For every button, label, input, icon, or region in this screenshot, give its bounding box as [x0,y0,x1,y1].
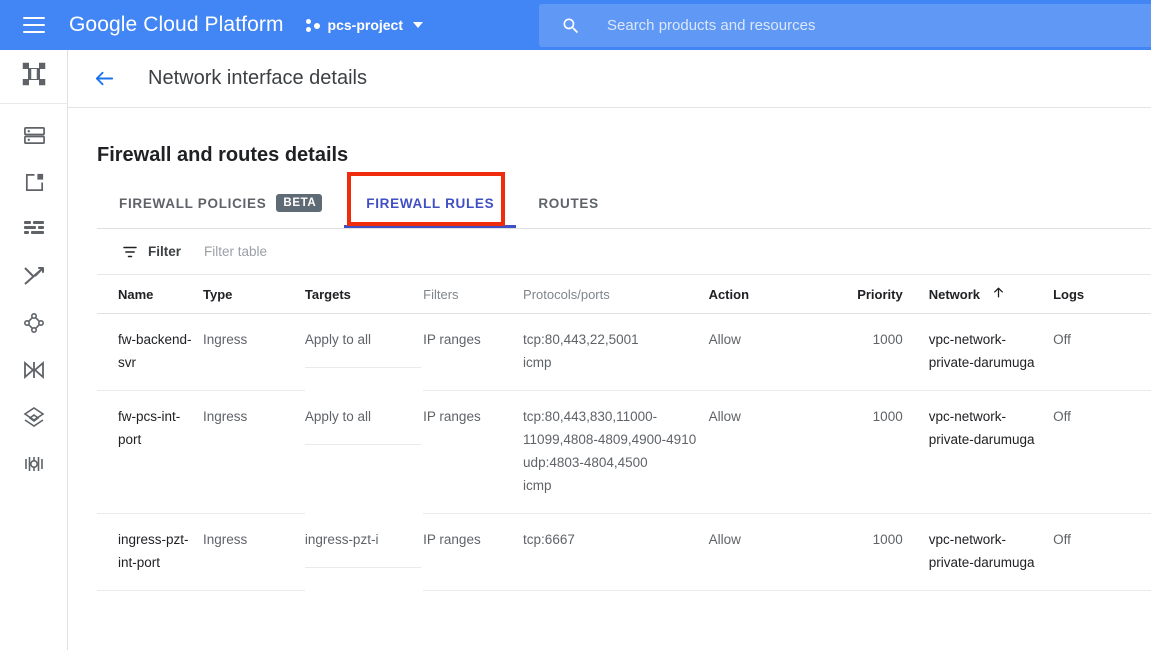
tab-firewall-rules[interactable]: FIREWALL RULES [344,178,517,228]
protocol-line: icmp [523,478,552,493]
protocol-line: udp:4803-4804,4500 [523,455,648,470]
table-row[interactable]: ingress-pzt-int-port Ingress ingress-pzt-i… [97,513,1151,591]
protocol-line: tcp:80,443,22,5001 [523,332,639,347]
cell-logs: Off [1053,313,1151,391]
search-input[interactable] [605,16,1085,35]
tab-firewall-policies-label: FIREWALL POLICIES [119,195,267,211]
cell-filters: IP ranges [423,513,524,591]
back-arrow-icon[interactable] [93,67,116,90]
cell-priority: 1000 [839,513,929,591]
sidebar-item-packet-mirroring[interactable] [0,443,68,490]
cell-filters: IP ranges [423,390,524,514]
sidebar-item-vpc-peering[interactable] [0,302,68,349]
search-icon [561,16,581,36]
table-header-row: Name Type Targets Filters Protocols/port… [97,275,1151,314]
table-row[interactable]: fw-backend-svr Ingress Apply to all IP rang… [97,313,1151,391]
sidebar-item-routes[interactable] [0,255,68,302]
cell-network: vpc-network-private-darumuga [928,313,1054,391]
project-selector[interactable]: pcs-project [305,17,424,33]
column-header-protocols-ports[interactable]: Protocols/ports [523,275,709,314]
cell-logs: Off [1053,513,1151,591]
cell-action: Allow [708,313,840,391]
filter-bar: Filter [97,229,1151,275]
tab-routes[interactable]: ROUTES [516,178,620,228]
tab-bar: FIREWALL POLICIES BETA FIREWALL RULES RO… [97,178,1151,229]
arrow-up-icon [992,287,1005,302]
tab-firewall-policies[interactable]: FIREWALL POLICIES BETA [97,178,344,228]
vpc-network-icon [19,59,49,94]
table-row[interactable]: fw-pcs-int-port Ingress Apply to all IP ran… [97,390,1151,514]
column-header-logs[interactable]: Logs [1053,275,1151,314]
cell-network: vpc-network-private-darumuga [928,513,1054,591]
cell-protocols-ports: tcp:6667 [523,513,709,591]
tab-firewall-rules-label: FIREWALL RULES [366,195,495,211]
vpc-peering-icon [22,311,46,340]
tab-routes-label: ROUTES [538,195,599,211]
column-header-priority[interactable]: Priority [839,275,929,314]
page-title: Network interface details [148,67,367,89]
main-content: Firewall and routes details FIREWALL POL… [68,108,1151,650]
packet-mirroring-icon [22,452,46,481]
cell-action: Allow [708,513,840,591]
project-name-label: pcs-project [327,17,404,33]
column-header-network-label: Network [928,287,981,302]
cell-priority: 1000 [839,313,929,391]
filter-icon[interactable] [121,243,139,261]
top-app-bar: Google Cloud Platform pcs-project [0,0,1151,50]
protocol-line: tcp:80,443,830,11000-11099,4808-4809,490… [523,409,697,447]
protocol-line: tcp:6667 [523,532,575,547]
beta-badge: BETA [276,194,323,212]
column-header-targets[interactable]: Targets [304,275,424,314]
chevron-down-icon [413,22,424,28]
cell-name: fw-pcs-int-port [97,390,203,514]
cell-priority: 1000 [839,390,929,514]
sidebar-item-firewall[interactable] [0,208,68,255]
serverless-vpc-access-icon [22,405,46,434]
protocol-line: icmp [523,355,552,370]
cell-type: Ingress [203,513,305,591]
cell-name: ingress-pzt-int-port [97,513,203,591]
column-header-name[interactable]: Name [97,275,203,314]
column-header-type[interactable]: Type [203,275,305,314]
cell-targets: Apply to all [304,391,421,445]
cell-protocols-ports: tcp:80,443,830,11000-11099,4808-4809,490… [523,390,709,514]
sidebar-item-vpc-network[interactable] [0,50,68,104]
left-navigation-rail [0,50,68,650]
sidebar-item-shared-vpc[interactable] [0,349,68,396]
routes-icon [22,264,46,293]
cell-action: Allow [708,390,840,514]
sidebar-item-subnets[interactable] [0,161,68,208]
page-header: Network interface details [68,50,1151,108]
cell-targets: Apply to all [304,314,421,368]
search-bar[interactable] [539,4,1151,47]
firewall-icon [22,217,46,246]
column-header-filters[interactable]: Filters [423,275,524,314]
cell-type: Ingress [203,313,305,391]
section-title: Firewall and routes details [97,144,349,166]
ip-addresses-icon [23,124,46,152]
cell-protocols-ports: tcp:80,443,22,5001 icmp [523,313,709,391]
cell-name: fw-backend-svr [97,313,203,391]
cell-network: vpc-network-private-darumuga [928,390,1054,514]
subnets-icon [23,171,46,199]
filter-input[interactable] [202,243,503,260]
shared-vpc-icon [22,358,46,387]
brand-title: Google Cloud Platform [69,13,284,36]
column-header-network[interactable]: Network [928,275,1054,314]
firewall-rules-table: Name Type Targets Filters Protocols/port… [97,275,1151,650]
project-dots-icon [305,18,321,33]
hamburger-menu-icon[interactable] [17,8,51,42]
cell-targets: ingress-pzt-i [304,514,421,568]
column-header-action[interactable]: Action [708,275,840,314]
cell-filters: IP ranges [423,313,524,391]
cell-type: Ingress [203,390,305,514]
sidebar-item-serverless-vpc-access[interactable] [0,396,68,443]
cell-logs: Off [1053,390,1151,514]
sidebar-item-ip-addresses[interactable] [0,114,68,161]
filter-label: Filter [148,244,182,259]
